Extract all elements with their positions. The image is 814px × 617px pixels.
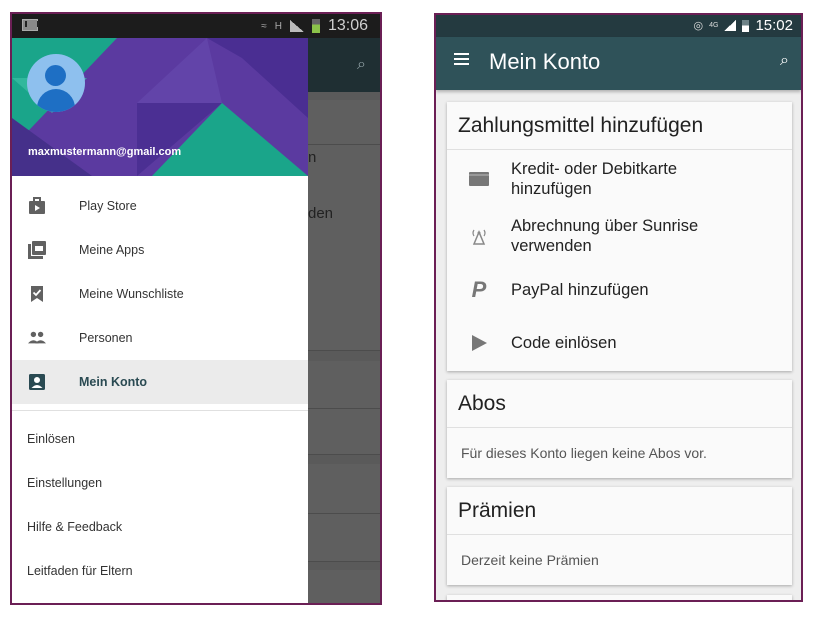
account-email[interactable]: maxmustermann@gmail.com [28, 146, 181, 158]
card-title: Prämien [447, 487, 792, 535]
wishlist-icon [31, 286, 43, 302]
status-bar: ◎ 4G 15:02 [436, 15, 801, 37]
account-icon [29, 374, 45, 390]
card-title: Zahlungsmittel hinzufügen [447, 102, 792, 150]
drawer-item-einloesen[interactable]: Einlösen [12, 417, 308, 461]
payment-methods-card: Zahlungsmittel hinzufügen Kredit- oder D… [447, 102, 792, 371]
mute-icon: ≈ [261, 20, 267, 32]
right-phone-screen: ◎ 4G 15:02 Mein Konto ⌕ Zahlungsmittel h… [434, 13, 803, 602]
page-title: Mein Konto [489, 49, 601, 74]
drawer-item-wunschliste[interactable]: Meine Wunschliste [12, 272, 308, 316]
hotspot-icon: ◎ [693, 20, 704, 32]
drawer-item-leitfaden-eltern[interactable]: Leitfaden für Eltern [12, 549, 308, 593]
drawer-item-mein-konto[interactable]: Mein Konto [12, 360, 308, 404]
left-phone-screen: ≈ H 13:06 ⌕ n den maxmustermann@gmail.co… [10, 12, 382, 605]
search-icon[interactable]: ⌕ [780, 52, 789, 70]
credit-card-icon [469, 169, 489, 189]
rewards-card: Prämien Derzeit keine Prämien [447, 487, 792, 585]
network-type-icon: H [274, 20, 282, 32]
signal-icon [289, 20, 304, 32]
apps-icon [28, 241, 46, 259]
carrier-billing-icon [469, 226, 489, 246]
status-bar: ≈ H 13:06 [12, 14, 380, 38]
drawer-item-einstellungen[interactable]: Einstellungen [12, 461, 308, 505]
battery-icon [311, 19, 320, 33]
navigation-drawer: maxmustermann@gmail.com Play Store Meine… [12, 38, 308, 603]
drawer-item-hilfe-feedback[interactable]: Hilfe & Feedback [12, 505, 308, 549]
redeem-code-item[interactable]: Code einlösen [447, 315, 792, 371]
drawer-item-personen[interactable]: Personen [12, 316, 308, 360]
signal-icon [724, 20, 737, 31]
paypal-icon: P [471, 277, 487, 302]
play-icon [469, 333, 489, 353]
carrier-billing-item[interactable]: Abrechnung über Sunrise verwenden [447, 207, 792, 265]
subscriptions-empty-text: Für dieses Konto liegen keine Abos vor. [461, 445, 707, 461]
avatar[interactable] [27, 54, 85, 112]
rewards-empty-text: Derzeit keine Prämien [461, 552, 599, 568]
network-type-icon: 4G [709, 22, 719, 29]
status-time: 15:02 [755, 17, 793, 34]
status-time: 13:06 [327, 17, 368, 34]
add-credit-card-item[interactable]: Kredit- oder Debitkarte hinzufügen [447, 150, 792, 207]
gmail-notification-icon [22, 19, 39, 31]
menu-icon[interactable] [454, 53, 469, 65]
background-text: n [308, 149, 317, 166]
drawer-header: maxmustermann@gmail.com [12, 38, 308, 176]
play-store-icon [29, 197, 45, 214]
subscriptions-card: Abos Für dieses Konto liegen keine Abos … [447, 380, 792, 478]
people-icon [28, 331, 46, 344]
next-card-partial [447, 595, 792, 600]
background-text: den [308, 205, 334, 222]
search-icon[interactable]: ⌕ [357, 56, 366, 74]
drawer-item-meine-apps[interactable]: Meine Apps [12, 228, 308, 272]
add-paypal-item[interactable]: P PayPal hinzufügen [447, 265, 792, 315]
app-bar: Mein Konto ⌕ [436, 37, 801, 90]
drawer-item-play-store[interactable]: Play Store [12, 184, 308, 228]
battery-icon [742, 19, 750, 32]
card-title: Abos [447, 380, 792, 428]
